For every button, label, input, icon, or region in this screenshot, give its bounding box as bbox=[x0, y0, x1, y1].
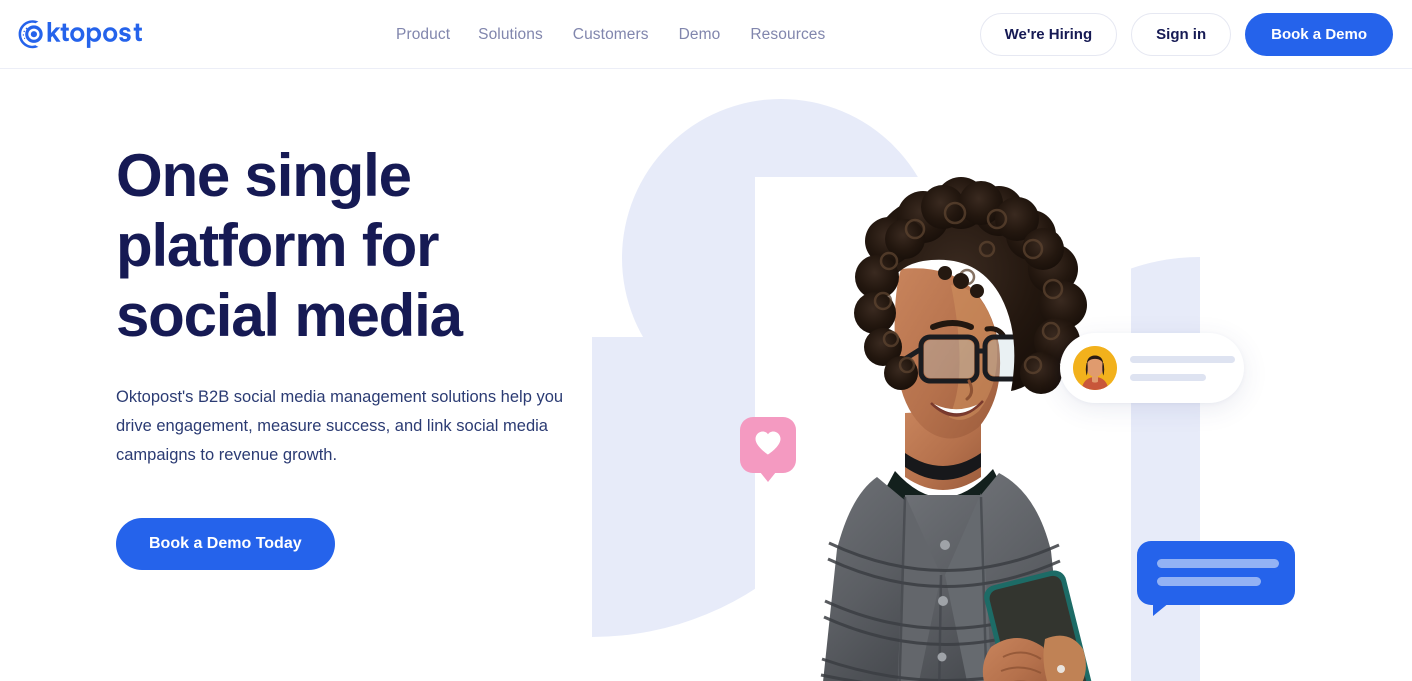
comment-notification-card bbox=[1060, 333, 1244, 403]
like-badge bbox=[740, 417, 796, 482]
page-title: One single platform for social media bbox=[116, 141, 596, 351]
comment-placeholder-lines bbox=[1130, 355, 1235, 381]
chat-line-2 bbox=[1157, 577, 1261, 586]
sign-in-button[interactable]: Sign in bbox=[1131, 13, 1232, 56]
nav-item-resources[interactable]: Resources bbox=[750, 26, 825, 44]
hero-title-line-2: platform for bbox=[116, 212, 439, 279]
nav-action-buttons: We're Hiring Sign in Book a Demo bbox=[979, 0, 1393, 69]
hero-subtitle: Oktopost's B2B social media management s… bbox=[116, 388, 564, 464]
book-a-demo-button[interactable]: Book a Demo bbox=[1245, 13, 1393, 56]
book-a-demo-today-button[interactable]: Book a Demo Today bbox=[116, 518, 335, 570]
hero-section: One single platform for social media Okt… bbox=[0, 69, 1412, 681]
hero-title-line-1: One single bbox=[116, 142, 412, 209]
hero-title-line-3: social media bbox=[116, 282, 463, 349]
comment-line-1 bbox=[1130, 355, 1235, 363]
nav-item-demo[interactable]: Demo bbox=[679, 26, 751, 44]
top-navigation-bar: Product Solutions Customers Demo Resourc… bbox=[0, 0, 1412, 69]
heart-icon bbox=[754, 430, 782, 461]
nav-item-product[interactable]: Product bbox=[396, 26, 478, 44]
were-hiring-button[interactable]: We're Hiring bbox=[979, 13, 1118, 56]
chat-bubble bbox=[1137, 541, 1295, 616]
nav-item-solutions[interactable]: Solutions bbox=[478, 26, 573, 44]
user-avatar-photo-icon bbox=[1073, 346, 1117, 390]
main-nav-links: Product Solutions Customers Demo Resourc… bbox=[396, 0, 825, 69]
hero-copy-block: One single platform for social media Okt… bbox=[116, 141, 596, 570]
chat-line-1 bbox=[1157, 559, 1279, 568]
hero-photo bbox=[755, 177, 1131, 681]
oktopost-logo[interactable] bbox=[16, 16, 148, 52]
hero-illustration bbox=[592, 69, 1412, 681]
oktopost-swirl-logo-icon bbox=[16, 18, 148, 50]
nav-item-customers[interactable]: Customers bbox=[573, 26, 679, 44]
comment-line-2 bbox=[1130, 373, 1206, 381]
